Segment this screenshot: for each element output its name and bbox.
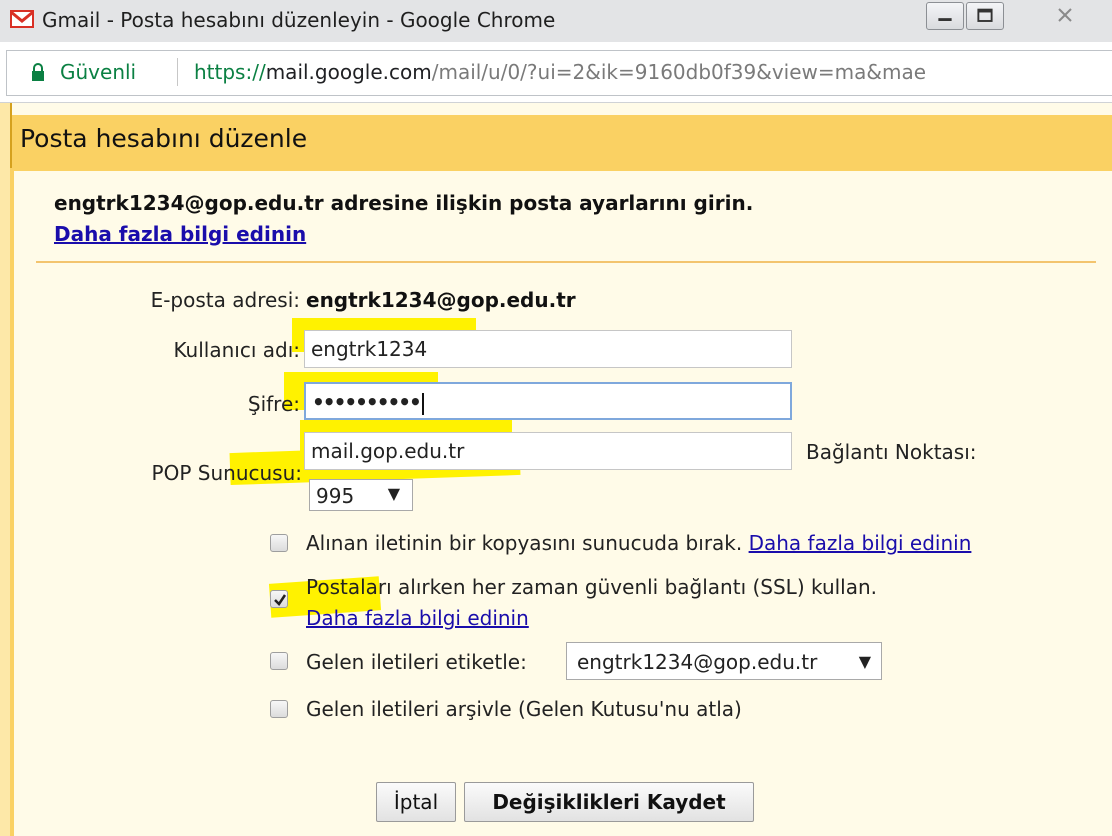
chevron-down-icon: ▼ <box>858 652 871 671</box>
checkmark-icon <box>274 594 287 606</box>
password-label: Şifre: <box>247 392 300 416</box>
email-label: E-posta adresi: <box>150 288 300 312</box>
pop-server-label: POP Sunucusu: <box>151 461 302 485</box>
leave-copy-checkbox[interactable] <box>270 534 288 552</box>
chevron-down-icon: ▼ <box>387 484 400 503</box>
label-incoming-label: Gelen iletileri etiketle: <box>306 650 527 674</box>
url-scheme: https:// <box>194 60 266 84</box>
archive-incoming-label: Gelen iletileri arşivle (Gelen Kutusu'nu… <box>306 697 742 721</box>
leave-copy-option: Alınan iletinin bir kopyasını sunucuda b… <box>306 531 971 555</box>
dialog-title: Posta hesabını düzenle <box>20 124 308 153</box>
password-mask: •••••••••• <box>312 390 422 414</box>
minimize-icon <box>938 18 952 21</box>
intro-text: engtrk1234@gop.edu.tr adresine ilişkin p… <box>54 191 754 215</box>
maximize-icon <box>977 8 993 22</box>
archive-incoming-checkbox[interactable] <box>270 700 288 718</box>
secure-label[interactable]: Güvenli <box>60 60 136 84</box>
close-icon <box>1058 8 1072 22</box>
dialog-left-border <box>10 168 14 836</box>
window-title: Gmail - Posta hesabını düzenleyin - Goog… <box>42 8 556 32</box>
cancel-button[interactable]: İptal <box>376 782 456 822</box>
use-ssl-label: Postaları alırken her zaman güvenli bağl… <box>306 575 878 599</box>
use-ssl-checkbox[interactable] <box>270 590 288 608</box>
lock-icon <box>32 63 44 81</box>
leave-copy-label: Alınan iletinin bir kopyasını sunucuda b… <box>306 531 743 555</box>
username-input[interactable]: engtrk1234 <box>304 330 792 368</box>
username-label: Kullanıcı adı: <box>173 338 300 362</box>
leave-copy-learn-more-link[interactable]: Daha fazla bilgi edinin <box>749 531 972 555</box>
close-button[interactable] <box>1046 2 1084 30</box>
port-select[interactable]: 995 ▼ <box>309 479 413 511</box>
minimize-button[interactable] <box>926 2 964 30</box>
label-select[interactable]: engtrk1234@gop.edu.tr ▼ <box>566 642 882 680</box>
gmail-logo-icon <box>10 10 34 28</box>
password-input[interactable]: •••••••••• <box>304 382 792 420</box>
url-text[interactable]: https://mail.google.com/mail/u/0/?ui=2&i… <box>194 60 926 84</box>
label-incoming-checkbox[interactable] <box>270 652 288 670</box>
port-label: Bağlantı Noktası: <box>806 440 977 464</box>
window-titlebar: Gmail - Posta hesabını düzenleyin - Goog… <box>0 0 1112 43</box>
use-ssl-learn-more-link[interactable]: Daha fazla bilgi edinin <box>306 606 529 630</box>
learn-more-link[interactable]: Daha fazla bilgi edinin <box>54 222 306 246</box>
pop-server-input[interactable]: mail.gop.edu.tr <box>304 432 792 470</box>
email-value: engtrk1234@gop.edu.tr <box>306 288 576 312</box>
url-path: /mail/u/0/?ui=2&ik=9160db0f39&view=ma&ma… <box>431 60 927 84</box>
text-cursor <box>421 392 424 415</box>
maximize-button[interactable] <box>966 2 1004 30</box>
port-value: 995 <box>316 484 355 508</box>
label-select-value: engtrk1234@gop.edu.tr <box>577 650 818 674</box>
save-changes-button[interactable]: Değişiklikleri Kaydet <box>464 782 754 822</box>
url-host: mail.google.com <box>265 60 432 84</box>
divider <box>36 261 1096 263</box>
address-separator <box>177 58 178 86</box>
